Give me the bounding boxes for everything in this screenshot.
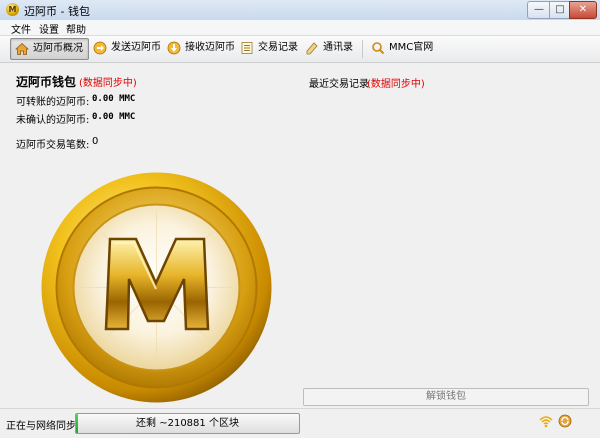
minimize-button[interactable]: —: [527, 1, 551, 19]
home-icon: [14, 42, 30, 56]
tx-count-label: 迈阿币交易笔数:: [16, 140, 90, 151]
title-bar: M 迈阿币 - 钱包 — □ ✕: [0, 0, 600, 21]
balance-value: 0.00 MMC: [92, 94, 136, 104]
receive-arrow-icon: [167, 41, 181, 55]
tab-addressbook-label: 通讯录: [323, 42, 353, 53]
wallet-title: 迈阿币钱包: [16, 75, 77, 89]
window-title: 迈阿币 - 钱包: [24, 5, 90, 18]
coin-logo: [40, 171, 273, 404]
toolbar-separator: [362, 40, 363, 58]
toolbar: 迈阿币概况 发送迈阿币 接收迈阿币 交易记录 通讯录 MMC官网: [0, 36, 600, 63]
coin-logo-graphic: [41, 172, 272, 403]
status-bar: 正在与网络同步... 还剩 ~210881 个区块: [0, 408, 600, 438]
balance-label: 可转账的迈阿币:: [16, 97, 90, 108]
unconfirmed-value: 0.00 MMC: [92, 112, 136, 122]
menu-settings[interactable]: 设置: [39, 21, 59, 36]
tab-website[interactable]: MMC官网: [367, 38, 433, 58]
tab-receive-label: 接收迈阿币: [185, 42, 235, 53]
close-button[interactable]: ✕: [569, 1, 597, 19]
app-logo-icon: M: [6, 3, 19, 16]
menu-file[interactable]: 文件: [11, 21, 31, 36]
maximize-button[interactable]: □: [549, 1, 571, 19]
tab-overview[interactable]: 迈阿币概况: [10, 38, 89, 60]
tab-addressbook[interactable]: 通讯录: [301, 38, 353, 58]
tab-overview-label: 迈阿币概况: [33, 43, 83, 54]
tab-receive[interactable]: 接收迈阿币: [163, 38, 235, 58]
tx-count-value: 0: [92, 136, 99, 147]
send-arrow-icon: [93, 41, 107, 55]
tab-transactions-label: 交易记录: [258, 42, 298, 53]
sync-arrows-icon: [558, 414, 572, 428]
tab-send[interactable]: 发送迈阿币: [89, 38, 161, 58]
tab-send-label: 发送迈阿币: [111, 42, 161, 53]
unlock-wallet-button[interactable]: 解锁钱包: [303, 388, 589, 406]
addressbook-icon: [305, 41, 319, 55]
ledger-icon: [240, 41, 254, 55]
wallet-sync-status: (数据同步中): [79, 78, 137, 89]
recent-sync-status: (数据同步中): [367, 79, 425, 90]
tab-transactions[interactable]: 交易记录: [236, 38, 298, 58]
wifi-signal-icon: [539, 414, 553, 428]
recent-transactions-title: 最近交易记录: [309, 79, 369, 90]
search-icon: [371, 41, 385, 55]
unconfirmed-label: 未确认的迈阿币:: [16, 115, 90, 126]
sync-progress-bar: 还剩 ~210881 个区块: [75, 413, 300, 434]
menu-bar: 文件 设置 帮助: [0, 20, 600, 36]
menu-help[interactable]: 帮助: [66, 21, 86, 36]
sync-status-text: 正在与网络同步...: [6, 421, 86, 432]
tab-website-label: MMC官网: [389, 42, 434, 53]
sync-progress-text: 还剩 ~210881 个区块: [136, 418, 239, 429]
